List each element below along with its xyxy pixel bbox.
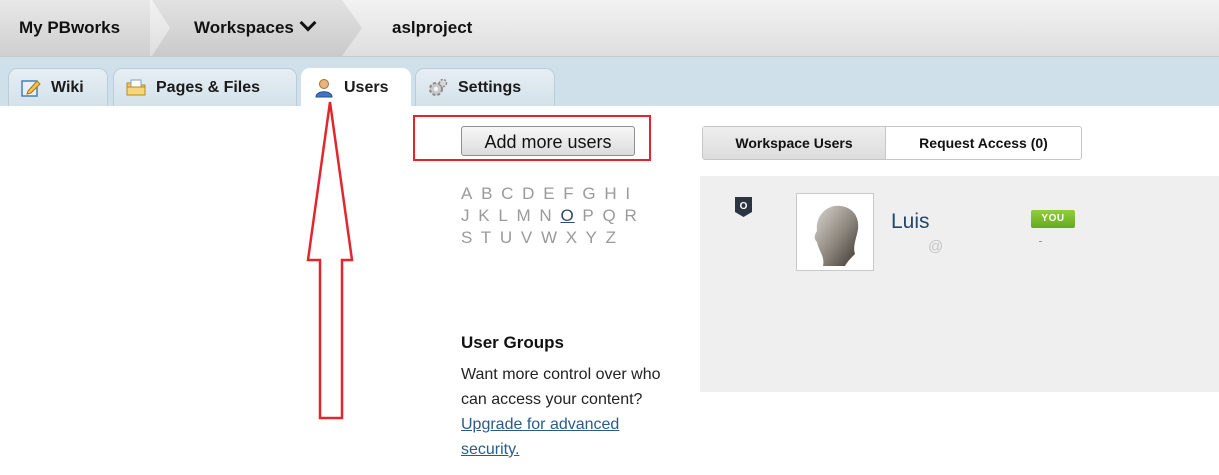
user-list-panel (700, 176, 1219, 392)
folder-icon (126, 79, 146, 96)
you-badge: YOU (1031, 210, 1075, 228)
gear-icon (429, 78, 448, 96)
letter-link[interactable]: R (624, 206, 637, 225)
breadcrumb: My PBworks Workspaces aslproject (0, 0, 1219, 57)
tab-settings[interactable]: Settings (415, 68, 555, 106)
chevron-down-icon (299, 14, 317, 32)
breadcrumb-my-pbworks[interactable]: My PBworks (0, 0, 150, 56)
role-badge-label: O (740, 201, 748, 212)
letter-link[interactable]: H (604, 184, 617, 203)
letter-link-selected[interactable]: O (560, 206, 574, 225)
user-groups-description: Want more control over who can access yo… (461, 362, 681, 462)
tab-bar: Wiki Pages & Files Users Settings (0, 57, 1219, 107)
tab-wiki[interactable]: Wiki (8, 68, 108, 106)
upgrade-link[interactable]: Upgrade for advanced security. (461, 416, 619, 458)
letter-link[interactable]: U (500, 228, 513, 247)
tab-label: Wiki (51, 79, 84, 96)
letter-link[interactable]: G (582, 184, 596, 203)
letter-link[interactable]: T (481, 228, 492, 247)
alphabet-filter: A B C D E F G H I J K L M N O P Q R S T … (461, 183, 661, 249)
add-more-users-button[interactable]: Add more users (461, 126, 635, 156)
annotation-arrow (306, 101, 354, 420)
workspaces-dropdown[interactable]: Workspaces (152, 0, 362, 56)
letter-link[interactable]: M (517, 206, 532, 225)
letter-link[interactable]: N (539, 206, 552, 225)
breadcrumb-current-workspace[interactable]: aslproject (392, 0, 472, 56)
letter-link[interactable]: I (625, 184, 631, 203)
owner-role-badge: O (735, 197, 752, 217)
letter-link[interactable]: B (481, 184, 493, 203)
workspaces-label: Workspaces (194, 18, 294, 37)
letter-link[interactable]: Q (602, 206, 616, 225)
user-groups-text: Want more control over who can access yo… (461, 366, 661, 408)
letter-link[interactable]: S (461, 228, 473, 247)
letter-link[interactable]: W (541, 228, 558, 247)
letter-link[interactable]: J (461, 206, 471, 225)
tab-label: Pages & Files (156, 79, 261, 96)
tab-request-access[interactable]: Request Access (0) (886, 127, 1081, 159)
letter-link[interactable]: A (461, 184, 473, 203)
separator-dot (1039, 241, 1042, 242)
user-icon (315, 79, 333, 98)
letter-link[interactable]: Z (606, 228, 617, 247)
wiki-edit-icon (21, 80, 41, 97)
tab-label: Settings (458, 79, 522, 96)
letter-link[interactable]: V (521, 228, 533, 247)
letter-link[interactable]: P (582, 206, 594, 225)
alphabet-row: A B C D E F G H I (461, 183, 661, 205)
letter-link[interactable]: L (498, 206, 508, 225)
user-list-toggle: Workspace Users Request Access (0) (702, 126, 1082, 160)
avatar[interactable] (796, 193, 874, 271)
user-email: @ (928, 238, 944, 255)
letter-link[interactable]: K (478, 206, 490, 225)
letter-link[interactable]: Y (586, 228, 598, 247)
letter-link[interactable]: E (543, 184, 555, 203)
letter-link[interactable]: F (563, 184, 574, 203)
user-name[interactable]: Luis (891, 210, 930, 234)
alphabet-row: J K L M N O P Q R (461, 205, 661, 227)
alphabet-row: S T U V W X Y Z (461, 227, 661, 249)
tab-pages-files[interactable]: Pages & Files (113, 68, 297, 106)
letter-link[interactable]: C (501, 184, 514, 203)
letter-link[interactable]: D (522, 184, 535, 203)
letter-link[interactable]: X (566, 228, 578, 247)
user-groups-heading: User Groups (461, 333, 564, 352)
profile-silhouette-icon (801, 198, 869, 266)
tab-workspace-users[interactable]: Workspace Users (703, 127, 886, 159)
